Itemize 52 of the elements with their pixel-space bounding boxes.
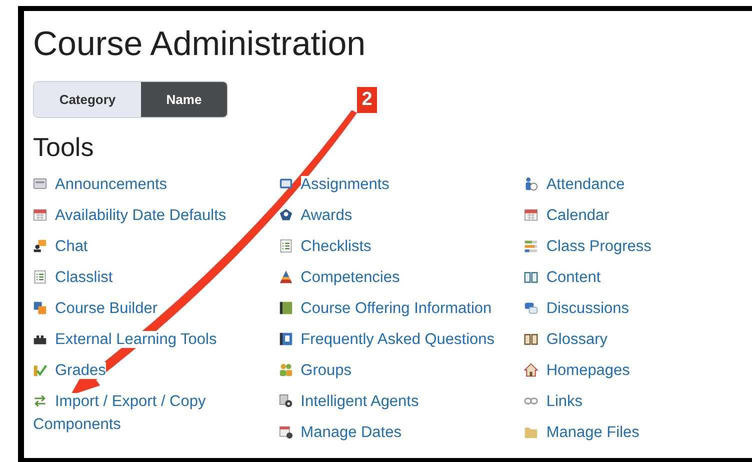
tool-link[interactable]: Checklists xyxy=(278,231,506,262)
tool-link[interactable]: Manage Files xyxy=(524,417,752,448)
calendar-icon xyxy=(33,208,47,222)
person-clock-icon xyxy=(524,177,538,191)
list-icon xyxy=(278,239,293,253)
toggle-tab[interactable]: Category xyxy=(34,82,141,117)
speech-bubbles-icon xyxy=(524,301,538,315)
tool-link[interactable]: Discussions xyxy=(524,293,752,324)
open-book-icon xyxy=(524,270,538,284)
tool-link[interactable]: Assignments xyxy=(278,169,506,200)
calendar-icon xyxy=(524,208,538,222)
book-icon xyxy=(278,301,293,315)
pyramid-icon xyxy=(278,270,293,284)
tool-link[interactable]: Calendar xyxy=(524,200,752,231)
people-icon xyxy=(278,363,293,377)
glossary-book-icon xyxy=(524,332,538,346)
step-badge: 2 xyxy=(357,87,377,113)
toggle-tab[interactable]: Name xyxy=(141,82,227,117)
tool-link[interactable]: Frequently Asked Questions xyxy=(278,324,506,355)
tool-link[interactable]: Course Offering Information xyxy=(278,293,506,324)
tool-link[interactable]: Classlist xyxy=(33,262,261,293)
tool-link[interactable]: Homepages xyxy=(524,355,752,386)
house-icon xyxy=(524,363,538,377)
tool-link[interactable]: Awards xyxy=(278,200,506,231)
stacked-squares-icon xyxy=(33,301,47,315)
tool-link[interactable]: Groups xyxy=(278,355,506,386)
tool-link[interactable]: External Learning Tools xyxy=(33,324,261,355)
tool-link[interactable]: Attendance xyxy=(524,169,752,200)
tool-link[interactable]: Chat xyxy=(33,231,261,262)
arrows-icon xyxy=(33,394,47,408)
tool-link[interactable]: Intelligent Agents xyxy=(278,386,506,417)
folder-icon xyxy=(524,425,538,439)
chat-icon xyxy=(33,239,47,253)
tool-link[interactable]: Content xyxy=(524,262,752,293)
tool-link[interactable]: Course Builder xyxy=(33,293,261,324)
tool-link[interactable]: Competencies xyxy=(278,262,506,293)
page-title: Course Administration xyxy=(33,24,367,64)
tool-link[interactable]: Class Progress xyxy=(524,231,752,262)
list-icon xyxy=(33,270,47,284)
screen-icon xyxy=(278,177,293,191)
grade-check-icon xyxy=(33,363,47,377)
document-icon xyxy=(33,177,47,191)
tool-link[interactable]: Glossary xyxy=(524,324,752,355)
tool-link[interactable]: Manage Dates xyxy=(278,417,506,448)
tool-link[interactable]: Grades xyxy=(33,355,261,386)
award-icon xyxy=(278,208,293,222)
section-title: Tools xyxy=(33,131,95,163)
tool-link[interactable]: Announcements xyxy=(33,169,261,200)
progress-bars-icon xyxy=(524,239,538,253)
help-book-icon xyxy=(278,332,293,346)
tool-link[interactable]: Links xyxy=(524,386,752,417)
tool-link[interactable]: Availability Date Defaults xyxy=(33,200,261,231)
